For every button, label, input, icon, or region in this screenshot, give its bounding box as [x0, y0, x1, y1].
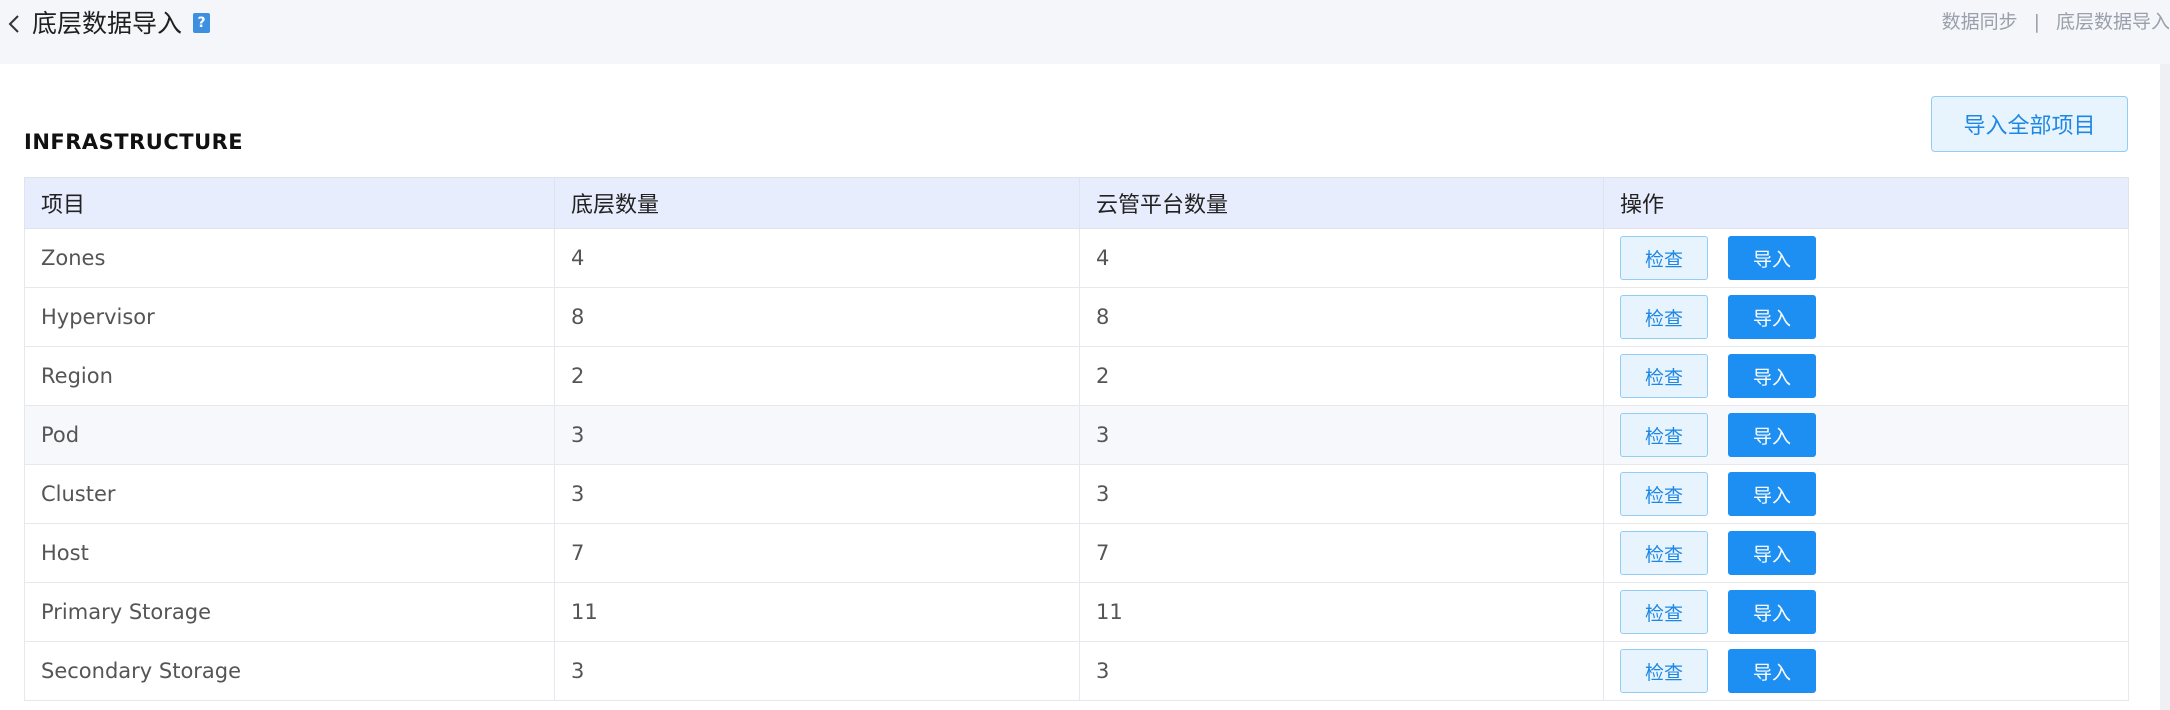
- table-row: Hypervisor 8 8 检查 导入: [24, 287, 2129, 347]
- import-button[interactable]: 导入: [1728, 295, 1816, 339]
- cell-cmp-count: 8: [1079, 287, 1604, 347]
- cell-actions: 检查 导入: [1603, 523, 2129, 583]
- table-row: Host 7 7 检查 导入: [24, 523, 2129, 583]
- import-button[interactable]: 导入: [1728, 472, 1816, 516]
- section-title: INFRASTRUCTURE: [24, 130, 244, 154]
- cell-item: Pod: [24, 405, 555, 465]
- check-button[interactable]: 检查: [1620, 295, 1708, 339]
- cell-base-count: 2: [554, 346, 1080, 406]
- data-table: 项目 底层数量 云管平台数量 操作 Zones 4 4 检查 导入 Hypervi…: [24, 177, 2129, 701]
- breadcrumb-item-data-sync[interactable]: 数据同步: [1942, 11, 2018, 33]
- cell-base-count: 7: [554, 523, 1080, 583]
- cell-item: Host: [24, 523, 555, 583]
- breadcrumb: 数据同步 | 底层数据导入: [1942, 8, 2170, 36]
- table-row: Region 2 2 检查 导入: [24, 346, 2129, 406]
- import-button[interactable]: 导入: [1728, 531, 1816, 575]
- cell-item: Cluster: [24, 464, 555, 524]
- cell-actions: 检查 导入: [1603, 228, 2129, 288]
- cell-cmp-count: 3: [1079, 405, 1604, 465]
- table-row: Cluster 3 3 检查 导入: [24, 464, 2129, 524]
- top-bar: 底层数据导入 ? 数据同步 | 底层数据导入: [0, 0, 2170, 64]
- help-icon[interactable]: ?: [193, 13, 210, 33]
- import-all-button[interactable]: 导入全部项目: [1931, 96, 2128, 152]
- breadcrumb-separator: |: [2033, 11, 2040, 33]
- check-button[interactable]: 检查: [1620, 472, 1708, 516]
- cell-cmp-count: 2: [1079, 346, 1604, 406]
- cell-cmp-count: 3: [1079, 641, 1604, 701]
- table-row: Zones 4 4 检查 导入: [24, 228, 2129, 288]
- check-button[interactable]: 检查: [1620, 531, 1708, 575]
- cell-cmp-count: 11: [1079, 582, 1604, 642]
- cell-actions: 检查 导入: [1603, 346, 2129, 406]
- check-button[interactable]: 检查: [1620, 413, 1708, 457]
- table-header-row: 项目 底层数量 云管平台数量 操作: [24, 177, 2129, 229]
- cell-base-count: 8: [554, 287, 1080, 347]
- cell-base-count: 3: [554, 641, 1080, 701]
- cell-item: Region: [24, 346, 555, 406]
- cell-item: Secondary Storage: [24, 641, 555, 701]
- breadcrumb-item-current[interactable]: 底层数据导入: [2056, 11, 2170, 33]
- check-button[interactable]: 检查: [1620, 590, 1708, 634]
- import-button[interactable]: 导入: [1728, 590, 1816, 634]
- table-row: Pod 3 3 检查 导入: [24, 405, 2129, 465]
- cell-cmp-count: 3: [1079, 464, 1604, 524]
- column-header-cmp-count: 云管平台数量: [1079, 177, 1604, 229]
- cell-actions: 检查 导入: [1603, 641, 2129, 701]
- table-row: Primary Storage 11 11 检查 导入: [24, 582, 2129, 642]
- vertical-scrollbar[interactable]: [2160, 64, 2170, 710]
- cell-cmp-count: 7: [1079, 523, 1604, 583]
- cell-base-count: 3: [554, 464, 1080, 524]
- cell-cmp-count: 4: [1079, 228, 1604, 288]
- column-header-base-count: 底层数量: [554, 177, 1080, 229]
- import-button[interactable]: 导入: [1728, 649, 1816, 693]
- import-button[interactable]: 导入: [1728, 413, 1816, 457]
- cell-actions: 检查 导入: [1603, 287, 2129, 347]
- cell-item: Hypervisor: [24, 287, 555, 347]
- cell-item: Primary Storage: [24, 582, 555, 642]
- page-title: 底层数据导入: [32, 9, 183, 38]
- check-button[interactable]: 检查: [1620, 649, 1708, 693]
- chevron-left-icon[interactable]: [4, 10, 26, 38]
- cell-actions: 检查 导入: [1603, 582, 2129, 642]
- cell-actions: 检查 导入: [1603, 464, 2129, 524]
- check-button[interactable]: 检查: [1620, 236, 1708, 280]
- cell-item: Zones: [24, 228, 555, 288]
- import-button[interactable]: 导入: [1728, 236, 1816, 280]
- cell-base-count: 3: [554, 405, 1080, 465]
- check-button[interactable]: 检查: [1620, 354, 1708, 398]
- cell-base-count: 4: [554, 228, 1080, 288]
- column-header-actions: 操作: [1603, 177, 2129, 229]
- import-button[interactable]: 导入: [1728, 354, 1816, 398]
- cell-base-count: 11: [554, 582, 1080, 642]
- cell-actions: 检查 导入: [1603, 405, 2129, 465]
- column-header-item: 项目: [24, 177, 555, 229]
- table-row: Secondary Storage 3 3 检查 导入: [24, 641, 2129, 701]
